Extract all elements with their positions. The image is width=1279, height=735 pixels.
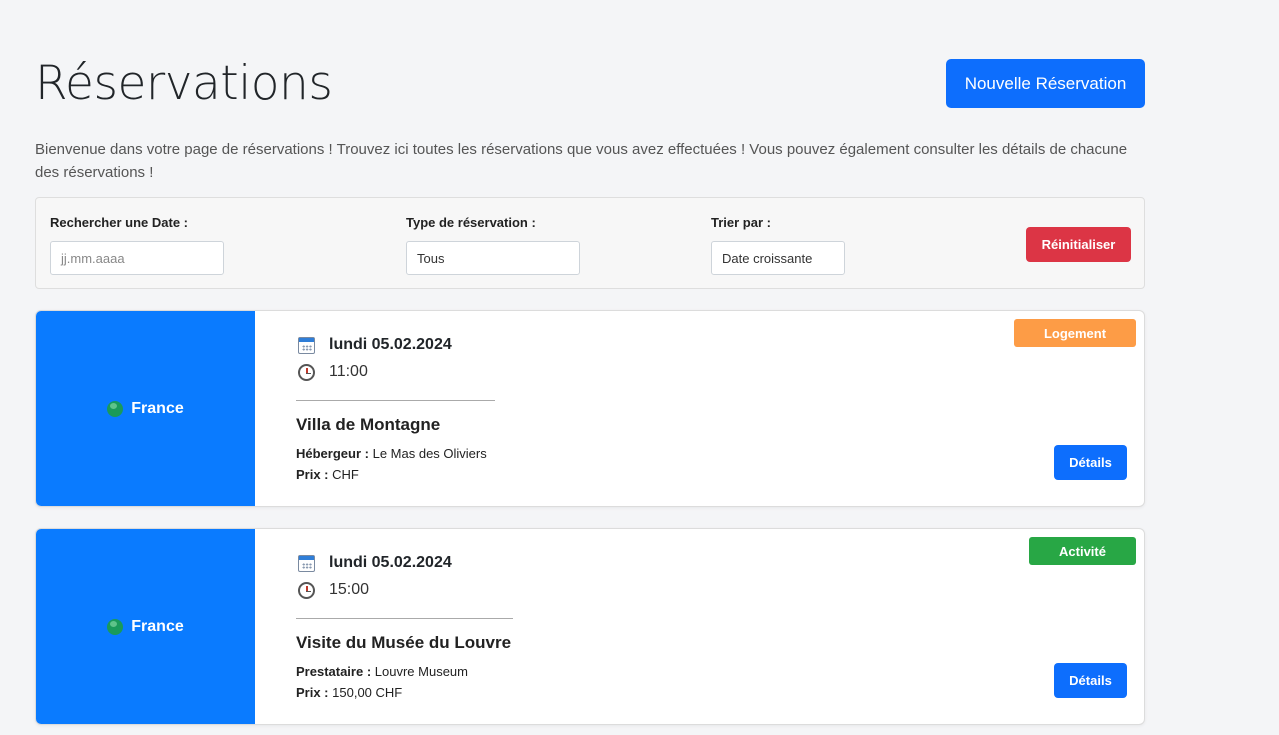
price-line: Prix : 150,00 CHF: [296, 685, 402, 700]
reservation-time: 11:00: [329, 363, 368, 380]
country-label: France: [131, 399, 184, 417]
reservation-card: France lundi 05.02.2024 15:00 Visite du …: [35, 528, 1145, 725]
reservation-card: France lundi 05.02.2024 11:00 Villa de M…: [35, 310, 1145, 507]
page-header: Réservations Nouvelle Réservation: [35, 0, 1145, 125]
card-country-panel: France: [36, 529, 255, 724]
provider-line: Hébergeur : Le Mas des Oliviers: [296, 446, 487, 461]
type-badge: Activité: [1029, 537, 1136, 565]
provider-label: Hébergeur :: [296, 446, 369, 461]
provider-line: Prestataire : Louvre Museum: [296, 664, 468, 679]
calendar-icon: [298, 554, 315, 572]
reservation-title: Visite du Musée du Louvre: [296, 633, 512, 652]
reset-button[interactable]: Réinitialiser: [1026, 227, 1131, 262]
price-label: Prix :: [296, 467, 329, 482]
card-body: lundi 05.02.2024 11:00 Villa de Montagne…: [296, 311, 1144, 506]
provider-label: Prestataire :: [296, 664, 372, 679]
date-row: lundi 05.02.2024: [298, 554, 452, 572]
price-line: Prix : CHF: [296, 467, 359, 482]
card-body: lundi 05.02.2024 15:00 Visite du Musée d…: [296, 529, 1144, 724]
new-reservation-button[interactable]: Nouvelle Réservation: [946, 59, 1145, 108]
provider-value: Le Mas des Oliviers: [372, 446, 487, 461]
date-filter-label: Rechercher une Date :: [50, 215, 188, 230]
country-label: France: [131, 617, 184, 635]
card-country-panel: France: [36, 311, 255, 506]
time-row: 11:00: [298, 363, 368, 381]
page-title: Réservations: [35, 56, 333, 111]
details-button[interactable]: Détails: [1054, 663, 1127, 698]
filter-panel: Rechercher une Date : jj.mm.aaaa Type de…: [35, 197, 1145, 289]
sort-select[interactable]: Date croissante: [711, 241, 845, 275]
divider: [296, 618, 513, 619]
sort-label: Trier par :: [711, 215, 771, 230]
reservation-date: lundi 05.02.2024: [329, 554, 452, 571]
reservation-title: Villa de Montagne: [296, 415, 441, 434]
price-label: Prix :: [296, 685, 329, 700]
details-button[interactable]: Détails: [1054, 445, 1127, 480]
divider: [296, 400, 495, 401]
type-filter-label: Type de réservation :: [406, 215, 536, 230]
intro-text: Bienvenue dans votre page de réservation…: [35, 141, 1128, 181]
type-select[interactable]: Tous: [406, 241, 580, 275]
calendar-icon: [298, 336, 315, 354]
globe-icon: [107, 618, 124, 635]
time-row: 15:00: [298, 581, 369, 599]
date-row: lundi 05.02.2024: [298, 336, 452, 354]
date-search-input[interactable]: jj.mm.aaaa: [50, 241, 224, 275]
reservation-date: lundi 05.02.2024: [329, 336, 452, 353]
globe-icon: [107, 400, 124, 417]
provider-value: Louvre Museum: [374, 664, 468, 679]
reservation-time: 15:00: [329, 581, 370, 598]
clock-icon: [298, 363, 315, 381]
main-container: Réservations Nouvelle Réservation Bienve…: [35, 0, 1145, 725]
type-badge: Logement: [1014, 319, 1136, 347]
price-value: 150,00 CHF: [332, 685, 403, 700]
clock-icon: [298, 581, 315, 599]
price-value: CHF: [332, 467, 359, 482]
